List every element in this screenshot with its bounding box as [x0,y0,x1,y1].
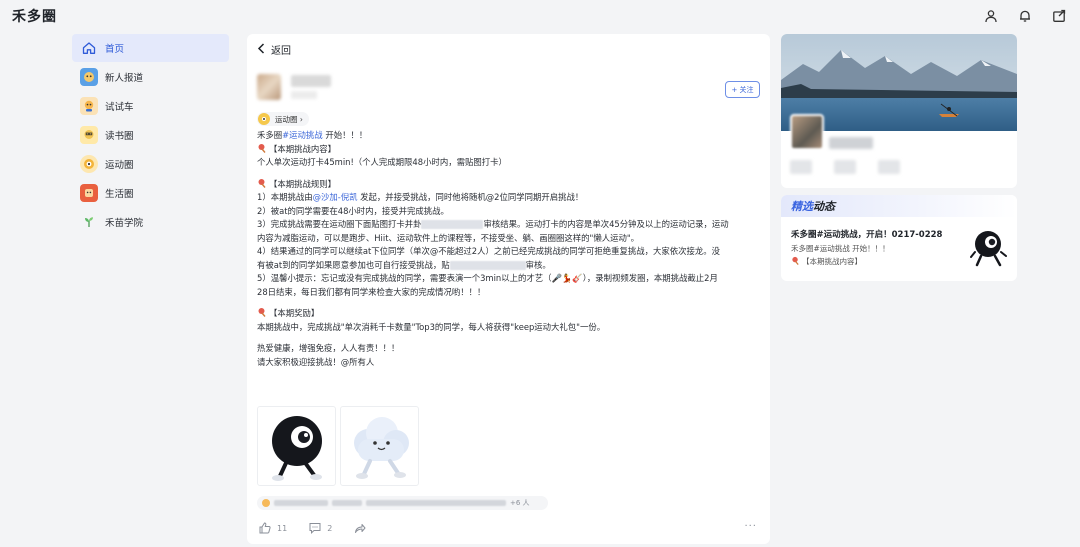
cloud-mascot-icon [353,417,409,479]
closing-line: 请大家积极迎接挑战！@所有人 [257,356,375,367]
sports-circle-icon [258,113,270,125]
sidebar-item-sports[interactable]: 运动圈 [72,150,229,178]
sidebar-item-label: 读书圈 [105,131,134,142]
top-bar: 禾多圈 [0,0,1080,32]
home-icon [80,39,98,57]
rule-line: 2）被at的同学需要在48小时内，接受并完成挑战。 [257,205,449,216]
sidebar-item-label: 运动圈 [105,160,134,171]
rule-line: 3）完成挑战需要在运动圈下面贴图打卡并卦 审核结果。运动打卡的内容是单次45分钟及… [257,219,729,229]
share-icon[interactable] [1050,7,1068,25]
back-button[interactable]: 返回 [257,42,291,57]
top-icons [982,7,1068,25]
academy-icon [80,213,98,231]
profile-avatar[interactable] [790,114,824,150]
bell-icon[interactable] [1016,7,1034,25]
reaction-emoji-icon [262,499,270,507]
redacted-text [449,260,526,270]
pin-icon [258,178,266,188]
back-label: 返回 [271,46,291,57]
mention-link[interactable]: @沙加-倪凯 [313,192,358,202]
profile-stats [790,160,900,174]
pin-icon [792,256,799,265]
action-bar: 11 2 ··· [259,521,757,535]
profile-stat[interactable] [878,160,900,174]
featured-heading: 精选 动态 [781,195,1017,217]
author-name[interactable] [291,75,331,87]
share-arrow-icon [355,524,366,533]
more-options-icon[interactable]: ··· [744,521,757,532]
intro-line: 禾多圈#运动挑战 开始！！！ [257,130,368,140]
app-title: 禾多圈 [12,9,57,25]
pin-icon [258,308,266,317]
sports-icon [80,155,98,173]
profile-stat[interactable] [834,160,856,174]
sidebar-item-home[interactable]: 首页 [72,34,229,62]
post-image[interactable] [340,406,419,486]
post-content: 禾多圈#运动挑战 开始！！！ 【本期挑战内容】 个人单次运动打卡45min!（个… [257,129,762,369]
rule-line: 有被at到的同学如果愿意参加也可自行接受挑战，贴 审核。 [257,259,551,270]
sidebar-item-life[interactable]: 生活圈 [72,179,229,207]
sidebar-item-label: 试试车 [105,102,134,113]
reactor-names [274,500,328,506]
redacted-text [421,220,484,229]
section-title: 【本期挑战规则】 [257,178,762,192]
rule-line: 28日结束，每日我们都有同学来检查大家的完成情况哟！！！ [257,286,486,297]
like-count: 11 [277,523,288,533]
rule-line: 1）本期挑战由@沙加-倪凯 发起，并接受挑战，同时他将随机@2位同学同期开启挑战… [257,192,584,202]
sidebar-item-test-drive[interactable]: 试试车 [72,92,229,120]
sidebar-item-label: 禾苗学院 [105,218,144,229]
sidebar-item-label: 生活圈 [105,189,134,200]
section-title: 【本期奖励】 [257,307,762,321]
comment-icon [309,523,321,534]
sidebar-item-newcomer[interactable]: 新人报道 [72,63,229,91]
post-image[interactable] [257,406,336,486]
reaction-bar[interactable]: +6 人 [257,496,548,510]
sidebar-item-academy[interactable]: 禾苗学院 [72,208,229,236]
rule-line: 4）结果通过的同学可以继续at下位同学（单次@不能超过2人）之前已经完成挑战的同… [257,246,720,256]
profile-name [829,137,873,149]
thumbs-up-icon [259,522,271,534]
closing-line: 热爱健康，增强免疫，人人有责！！！ [257,343,400,353]
hashtag-link[interactable]: #运动挑战 [282,130,323,140]
reaction-more: +6 人 [510,499,530,507]
reactor-names [366,500,506,506]
author-meta [291,91,317,99]
featured-title[interactable]: 禾多圈#运动挑战，开启！0217-0228 [791,228,942,240]
featured-excerpt: 【本期挑战内容】 [791,256,862,267]
rule-line: 5）温馨小提示：忘记或没有完成挑战的同学，需要表演一个3min以上的才艺（🎤💃🎸… [257,273,718,283]
life-icon [80,184,98,202]
newcomer-icon [80,68,98,86]
sidebar: 首页 新人报道 试试车 读书圈 运动圈 生活圈 禾苗学院 [72,34,229,237]
circle-tag[interactable]: 运动圈 › [257,112,309,126]
section-body: 本期挑战中，完成挑战"单次消耗千卡数量"Top3的同学，每人将获得"keep运动… [257,321,606,332]
featured-card[interactable]: 精选 动态 禾多圈#运动挑战，开启！0217-0228 禾多圈#运动挑战 开始！！… [781,195,1017,281]
chevron-left-icon [257,42,265,57]
reading-icon [80,126,98,144]
circle-tag-label: 运动圈 › [275,114,303,124]
test-drive-icon [80,97,98,115]
comment-count: 2 [327,523,333,533]
featured-excerpt: 禾多圈#运动挑战 开始！！！ [791,244,890,253]
eyeball-mascot-icon [271,416,322,481]
pin-icon [258,143,266,153]
like-button[interactable]: 11 [259,522,287,534]
sidebar-item-reading[interactable]: 读书圈 [72,121,229,149]
eyeball-mascot-icon [970,231,1007,267]
sidebar-item-label: 新人报道 [105,73,144,84]
rule-line: 内容为减脂运动，可以是跑步、Hiit、运动软件上的课程等，不接受坐、躺、画圈圈这… [257,232,640,243]
section-body: 个人单次运动打卡45min!（个人完成期限48小时内，需贴图打卡） [257,157,507,167]
author-avatar[interactable] [257,74,281,100]
reactor-names [332,500,362,506]
profile-card [781,34,1017,188]
share-post-button[interactable] [354,522,372,534]
sidebar-item-label: 首页 [105,44,125,55]
post-card: 返回 + 关注 运动圈 › 禾多圈#运动挑战 开始！！！ 【本期挑战内容】 个人… [247,34,770,544]
comment-button[interactable]: 2 [309,522,332,534]
post-images [257,406,419,486]
follow-button[interactable]: + 关注 [725,81,760,98]
section-title: 【本期挑战内容】 [257,143,762,157]
user-icon[interactable] [982,7,1000,25]
profile-stat[interactable] [790,160,812,174]
